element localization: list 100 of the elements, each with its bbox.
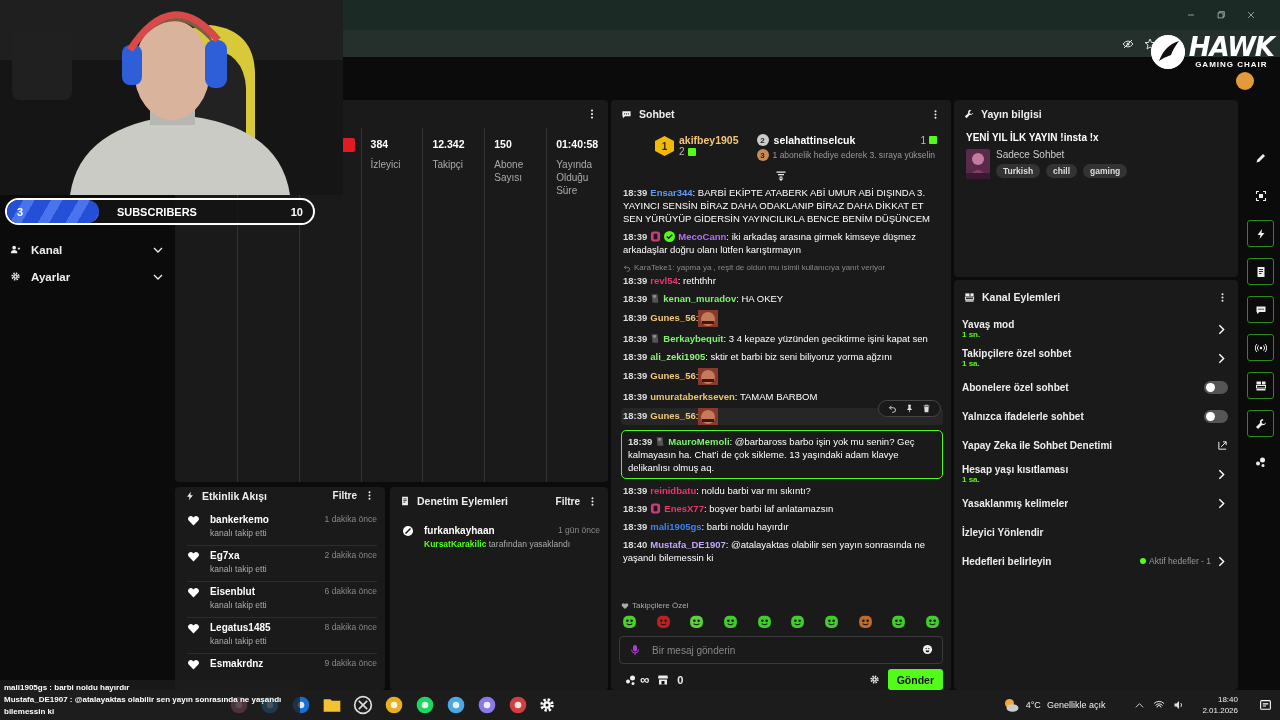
app-icon[interactable] (476, 694, 498, 716)
toolbar-button[interactable] (1247, 220, 1274, 247)
send-button[interactable]: Gönder (887, 669, 943, 690)
restore-icon[interactable] (1216, 10, 1226, 20)
reply-button[interactable] (886, 404, 899, 413)
username[interactable]: Mustafa_DE1907 (650, 539, 726, 550)
notification-icon[interactable] (1259, 698, 1272, 712)
action-label[interactable]: Takipçilere özel sohbet (962, 348, 1215, 359)
emote-icon[interactable] (822, 613, 840, 630)
heart-icon (187, 586, 200, 599)
emoji-icon[interactable] (922, 644, 933, 655)
eye-slash-icon[interactable] (1122, 37, 1134, 50)
action-label[interactable]: Abonelere özel sohbet (962, 381, 1204, 393)
tag[interactable]: Turkish (996, 164, 1041, 178)
event-text: kanalı takip etti (210, 528, 268, 538)
document-icon (400, 496, 410, 506)
external-link-icon[interactable] (1217, 439, 1228, 451)
goal-target: 10 (290, 205, 303, 218)
follower-name[interactable]: Legatus1485 (210, 622, 271, 633)
toggle-switch[interactable] (1204, 380, 1228, 394)
username[interactable]: mali1905gs (650, 521, 702, 532)
action-label[interactable]: Hesap yaşı kısıtlaması (962, 464, 1215, 475)
reply-context: KaraTeke1: yapma ya , reşit de oldun mu isimli kullanıcıya yanıt veriyor (634, 262, 886, 274)
panel-title: Sohbet (639, 108, 676, 120)
dots-icon[interactable] (625, 673, 637, 686)
collapse-icon[interactable] (775, 170, 787, 182)
banned-user[interactable]: furkankayhaan (424, 525, 495, 536)
avatar[interactable] (1236, 72, 1254, 90)
emote-icon[interactable] (688, 613, 706, 630)
stat-label: İzleyici (370, 158, 402, 171)
app-icon[interactable] (445, 694, 467, 716)
toolbar-button[interactable] (1247, 258, 1274, 285)
action-label[interactable]: Yapay Zeka ile Sohbet Denetimi (962, 439, 1217, 451)
clock-time[interactable]: 18:40 (1217, 694, 1238, 705)
app-icon[interactable] (352, 694, 374, 716)
action-label[interactable]: Yavaş mod (962, 319, 1215, 330)
chat-message: 18:39 EnesX77: boşver barbi laf anlatamazsın (623, 502, 835, 515)
toggle-switch[interactable] (1204, 409, 1228, 423)
toolbar-button[interactable] (1247, 334, 1274, 361)
emote-icon[interactable] (755, 613, 773, 630)
action-label[interactable]: Yasaklanmış kelimeler (962, 497, 1215, 509)
follower-name[interactable]: Eg7xa (210, 550, 240, 561)
username[interactable]: Gunes_56 (650, 312, 696, 323)
username[interactable]: revl54 (650, 275, 678, 286)
toolbar-button[interactable] (1247, 372, 1274, 399)
close-icon[interactable] (1246, 10, 1256, 20)
emote-icon[interactable] (721, 613, 739, 630)
emote-icon[interactable] (789, 613, 807, 630)
username[interactable]: Ensar344 (650, 187, 693, 198)
action-label[interactable]: İzleyici Yönlendir (962, 526, 1228, 538)
heart-icon (187, 550, 200, 563)
filter-button[interactable]: Filtre (555, 495, 580, 507)
wifi-icon[interactable] (1153, 699, 1166, 711)
message-input[interactable]: Bir mesaj gönderin (619, 636, 943, 664)
follower-name[interactable]: bankerkemo (210, 514, 269, 525)
toolbar-button[interactable] (1247, 410, 1274, 437)
leader-name[interactable]: akifbey1905 (679, 134, 739, 146)
username[interactable]: MauroMemoli (668, 436, 730, 447)
toolbar-button[interactable] (1247, 296, 1274, 323)
action-label[interactable]: Yalnızca ifadelerle sohbet (962, 410, 1204, 422)
app-icon[interactable] (383, 694, 405, 716)
panel-title: Yayın bilgisi (981, 108, 1043, 120)
microphone-icon[interactable] (629, 644, 641, 656)
emote-icon[interactable] (621, 613, 638, 630)
kicks-balance: ∞ (640, 672, 650, 687)
store-icon[interactable] (657, 673, 670, 686)
star-icon[interactable] (1144, 37, 1156, 50)
emote-icon[interactable] (923, 613, 941, 630)
pencil-icon (1254, 151, 1267, 164)
follower-name[interactable]: Eisenblut (210, 586, 255, 597)
event-time: 2 dakika önce (324, 550, 377, 561)
tag[interactable]: chill (1046, 164, 1078, 178)
leader-name[interactable]: selahattinselcuk (773, 134, 856, 146)
clock-date[interactable]: 2.01.2026 (1202, 705, 1238, 716)
panel-title: Denetim Eylemleri (417, 495, 510, 507)
category-name[interactable]: Sadece Sohbet (996, 149, 1128, 160)
username[interactable]: EnesX77 (664, 503, 704, 514)
username[interactable]: Berkaybequit (663, 333, 724, 344)
action-label[interactable]: Hedefleri belirleyin (962, 555, 1141, 567)
sidebar-item[interactable]: Kanal (10, 241, 164, 258)
username[interactable]: Gunes_56 (650, 410, 696, 421)
username[interactable]: Gunes_56 (650, 370, 696, 381)
emote-icon[interactable] (890, 613, 908, 630)
emote-icon[interactable] (856, 613, 874, 630)
tag[interactable]: gaming (1083, 164, 1128, 178)
app-icon[interactable] (414, 694, 436, 716)
app-icon[interactable] (507, 694, 529, 716)
chat-message: 18:39 Gunes_56: (623, 310, 941, 327)
settings-icon[interactable] (868, 674, 880, 685)
chat-message: 18:40 Mustafa_DE1907: @atalayaktas olabilir sen yayın sonrasında ne yaşandı bilemessin ki (623, 538, 927, 564)
follower-name[interactable]: Esmakrdnz (210, 658, 264, 669)
filter-button[interactable]: Filtre (332, 490, 357, 501)
sidebar-item[interactable]: Ayarlar (10, 268, 164, 285)
dots-icon (1254, 455, 1267, 468)
settings-icon[interactable] (538, 696, 556, 714)
username[interactable]: umurataberkseven (650, 391, 735, 402)
badge-icon (650, 293, 661, 304)
broadcast-icon (1254, 341, 1267, 354)
event-time: 8 dakika önce (324, 622, 377, 633)
chat-message: 18:39 Berkaybequit: 3 4 kepaze yüzünden geciktirme işini kapat sen (623, 332, 929, 345)
